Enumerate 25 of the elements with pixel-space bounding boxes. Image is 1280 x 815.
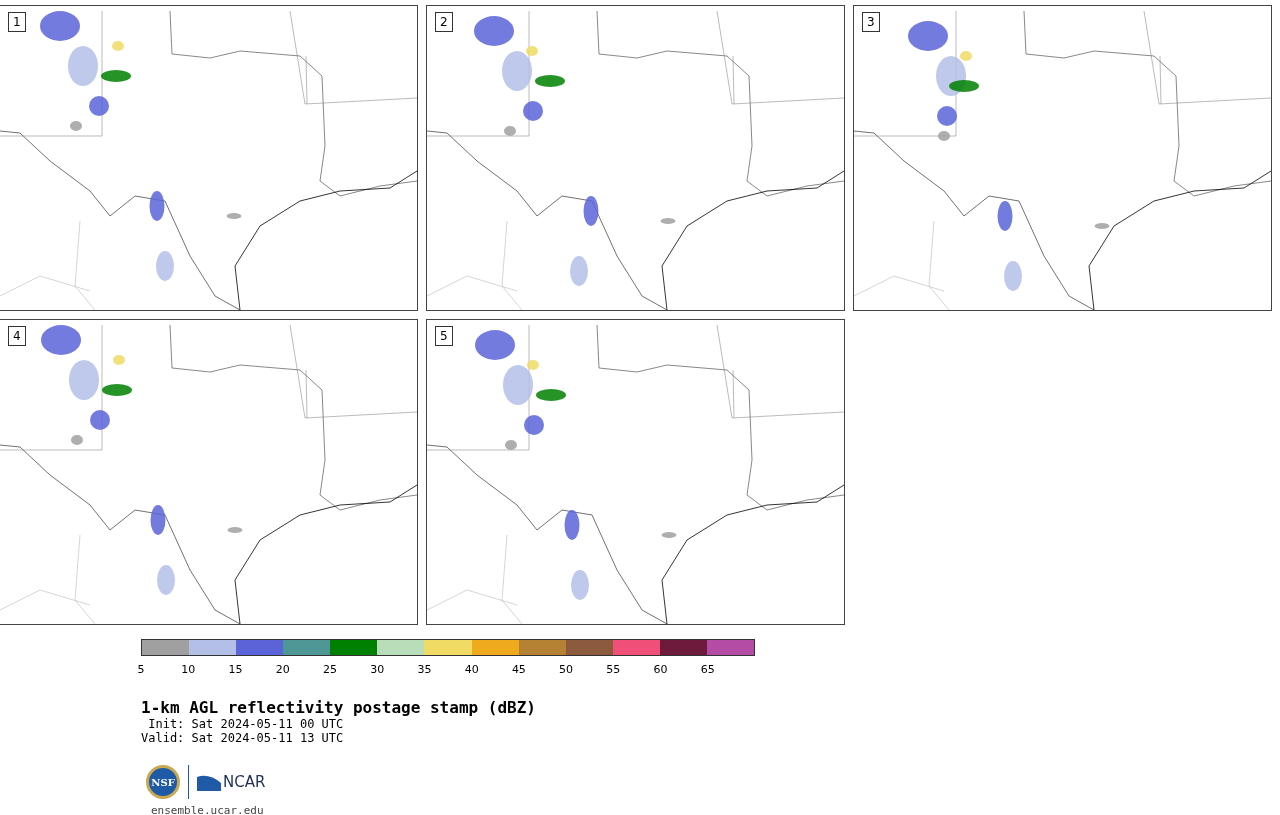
nsf-logo: NSF (146, 765, 180, 799)
tick-label: 35 (417, 662, 432, 678)
tick-label: 15 (228, 662, 243, 678)
tick-label: 5 (137, 662, 145, 678)
panel-number: 4 (8, 326, 26, 346)
panel-number: 3 (862, 12, 880, 32)
init-time: Init: Sat 2024-05-11 00 UTC (147, 717, 344, 731)
chart-title: 1-km AGL reflectivity postage stamp (dBZ) (141, 698, 536, 717)
tick-label: 65 (700, 662, 715, 678)
tick-label: 55 (606, 662, 621, 678)
ncar-mark-icon (197, 773, 221, 791)
tick-label: 60 (653, 662, 668, 678)
panel-number: 2 (435, 12, 453, 32)
panel-number: 5 (435, 326, 453, 346)
tick-label: 30 (370, 662, 385, 678)
tick-label: 40 (464, 662, 479, 678)
tick-label: 45 (511, 662, 526, 678)
tick-label: 25 (322, 662, 337, 678)
tick-label: 50 (559, 662, 574, 678)
ncar-logo: NCAR (223, 771, 266, 793)
tick-label: 10 (181, 662, 196, 678)
tick-label: 20 (275, 662, 290, 678)
site-url: ensemble.ucar.edu (151, 803, 264, 815)
panel-number: 1 (8, 12, 26, 32)
valid-time: Valid: Sat 2024-05-11 13 UTC (141, 731, 344, 745)
